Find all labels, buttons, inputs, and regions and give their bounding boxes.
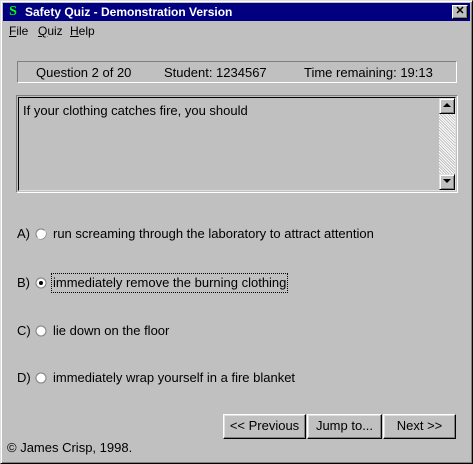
question-memo-inner: If your clothing catches fire, you shoul…: [18, 97, 456, 191]
question-counter: Question 2 of 20: [36, 65, 132, 80]
scroll-down-arrow-icon: [443, 179, 451, 183]
vertical-scrollbar[interactable]: [439, 98, 455, 190]
scroll-up-button[interactable]: [439, 98, 455, 114]
answer-letter: A): [17, 226, 30, 241]
close-button[interactable]: ✕: [452, 5, 468, 19]
menu-help[interactable]: Help: [70, 24, 95, 38]
student-id: Student: 1234567: [164, 65, 267, 80]
status-panel: Question 2 of 20 Student: 1234567 Time r…: [17, 61, 457, 83]
app-s-icon[interactable]: S: [5, 4, 21, 20]
answer-label[interactable]: lie down on the floor: [52, 322, 170, 340]
scroll-down-button[interactable]: [439, 174, 455, 190]
answer-letter: C): [17, 323, 31, 338]
answer-letter: D): [17, 370, 31, 385]
copyright-text: © James Crisp, 1998.: [7, 440, 133, 455]
answer-letter: B): [17, 275, 30, 290]
answer-label[interactable]: immediately remove the burning clothing: [50, 273, 289, 293]
answer-label[interactable]: immediately wrap yourself in a fire blan…: [52, 369, 296, 387]
quiz-window: S Safety Quiz - Demonstration Version ✕ …: [0, 0, 473, 464]
menu-quiz[interactable]: Quiz: [38, 24, 63, 38]
radio-button-icon[interactable]: [35, 372, 47, 384]
menu-bar: File Quiz Help: [3, 22, 470, 40]
question-text: If your clothing catches fire, you shoul…: [23, 103, 248, 118]
question-memo[interactable]: If your clothing catches fire, you shoul…: [16, 95, 458, 193]
radio-button-selected-icon[interactable]: [35, 277, 47, 289]
menu-file[interactable]: File: [9, 24, 28, 38]
window-title: Safety Quiz - Demonstration Version: [25, 5, 233, 19]
title-bar[interactable]: S Safety Quiz - Demonstration Version ✕: [3, 3, 470, 21]
answer-label[interactable]: run screaming through the laboratory to …: [52, 225, 375, 243]
scroll-up-arrow-icon: [443, 103, 451, 107]
jump-to-button[interactable]: Jump to...: [307, 414, 382, 439]
close-icon: ✕: [455, 5, 465, 17]
time-remaining: Time remaining: 19:13: [304, 65, 433, 80]
previous-button[interactable]: << Previous: [223, 414, 306, 439]
radio-button-icon[interactable]: [35, 325, 47, 337]
next-button[interactable]: Next >>: [383, 414, 456, 439]
radio-button-icon[interactable]: [35, 228, 47, 240]
